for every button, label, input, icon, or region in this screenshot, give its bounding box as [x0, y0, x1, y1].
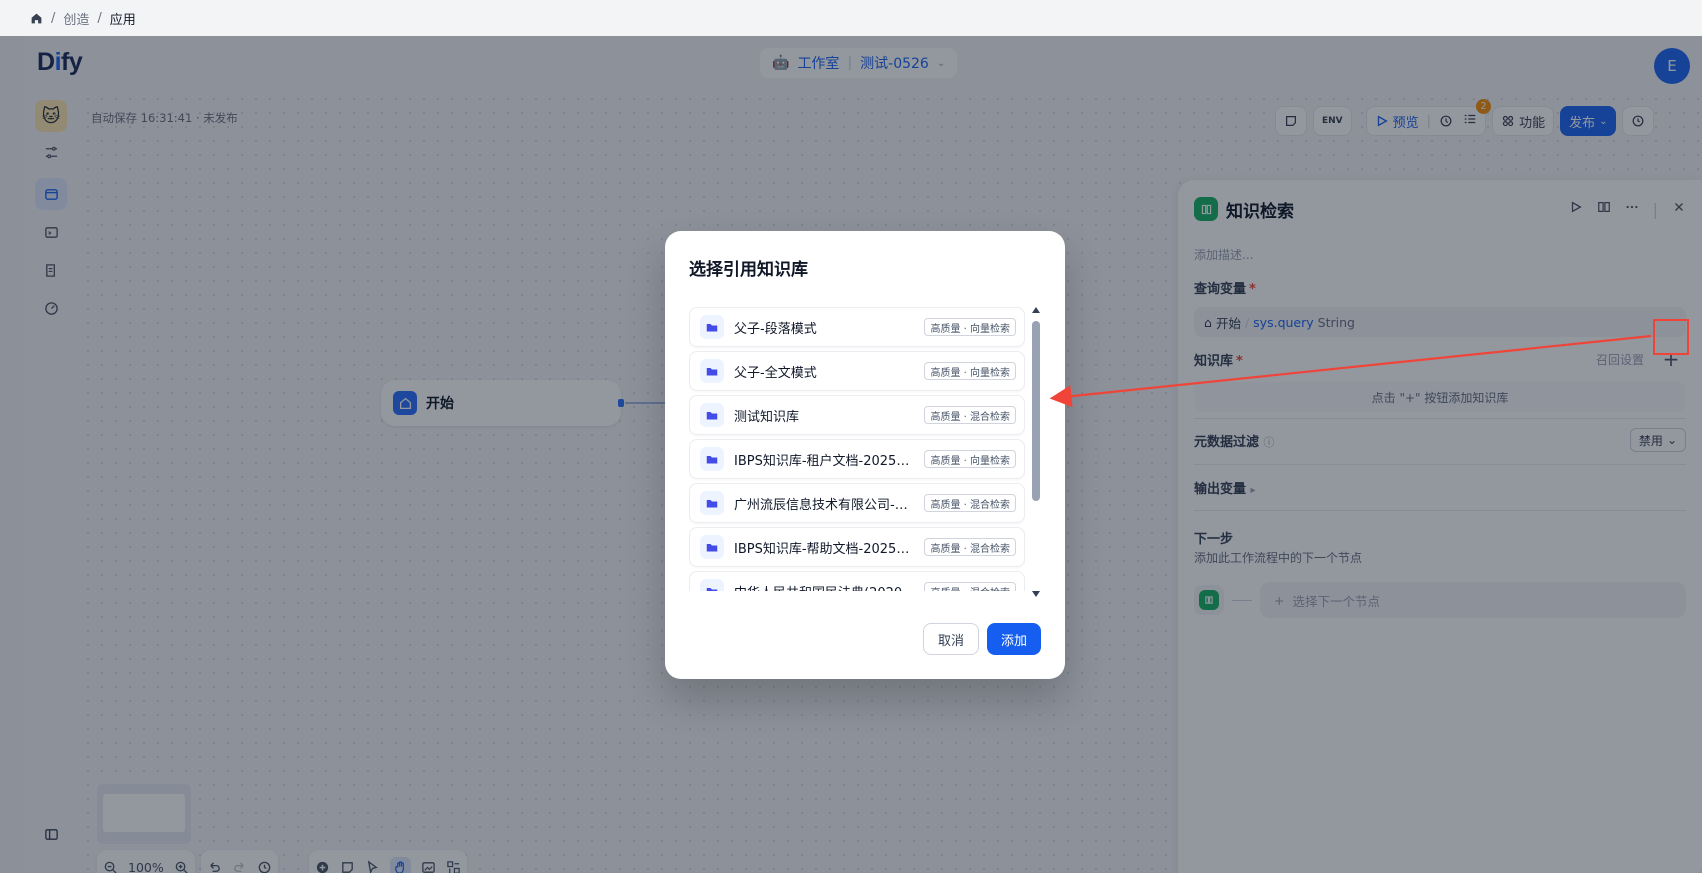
breadcrumb-create[interactable]: 创造 — [63, 9, 89, 28]
list-scrollbar[interactable] — [1031, 307, 1041, 597]
index-badge: 高质量 · 混合检索 — [924, 406, 1016, 424]
index-badge: 高质量 · 混合检索 — [924, 582, 1016, 591]
index-badge: 高质量 · 向量检索 — [924, 318, 1016, 336]
folder-icon — [700, 447, 724, 471]
folder-icon — [700, 579, 724, 591]
add-button[interactable]: 添加 — [986, 623, 1041, 655]
knowledge-item[interactable]: 广州流辰信息技术有限公司-员... 高质量 · 混合检索 — [689, 483, 1025, 523]
scroll-up-icon — [1032, 307, 1040, 313]
annotation-highlight-box — [1653, 319, 1689, 355]
knowledge-item[interactable]: 中华人民共和国民法典(2020版) 高质量 · 混合检索 — [689, 571, 1025, 591]
folder-icon — [700, 403, 724, 427]
knowledge-item[interactable]: 父子-全文模式 高质量 · 向量检索 — [689, 351, 1025, 391]
folder-icon — [700, 535, 724, 559]
index-badge: 高质量 · 向量检索 — [924, 362, 1016, 380]
modal-title: 选择引用知识库 — [689, 260, 808, 280]
modal-footer: 取消 添加 — [922, 623, 1041, 655]
index-badge: 高质量 · 混合检索 — [924, 494, 1016, 512]
knowledge-list: 父子-段落模式 高质量 · 向量检索 父子-全文模式 高质量 · 向量检索 测试… — [689, 307, 1025, 591]
folder-icon — [700, 359, 724, 383]
knowledge-item[interactable]: IBPS知识库-帮助文档-2025年3... 高质量 · 混合检索 — [689, 527, 1025, 567]
folder-icon — [700, 491, 724, 515]
index-badge: 高质量 · 向量检索 — [924, 450, 1016, 468]
select-knowledge-modal: 选择引用知识库 父子-段落模式 高质量 · 向量检索 父子-全文模式 高质量 ·… — [665, 231, 1065, 679]
folder-icon — [700, 315, 724, 339]
knowledge-item[interactable]: IBPS知识库-租户文档-2025年3... 高质量 · 向量检索 — [689, 439, 1025, 479]
knowledge-item[interactable]: 测试知识库 高质量 · 混合检索 — [689, 395, 1025, 435]
breadcrumb-apps[interactable]: 应用 — [110, 9, 136, 28]
knowledge-item[interactable]: 父子-段落模式 高质量 · 向量检索 — [689, 307, 1025, 347]
cancel-button[interactable]: 取消 — [922, 623, 979, 655]
scroll-thumb — [1032, 321, 1040, 501]
home-icon[interactable] — [30, 12, 43, 25]
breadcrumb: / 创造 / 应用 — [30, 8, 136, 28]
scroll-down-icon — [1032, 591, 1040, 597]
index-badge: 高质量 · 混合检索 — [924, 538, 1016, 556]
